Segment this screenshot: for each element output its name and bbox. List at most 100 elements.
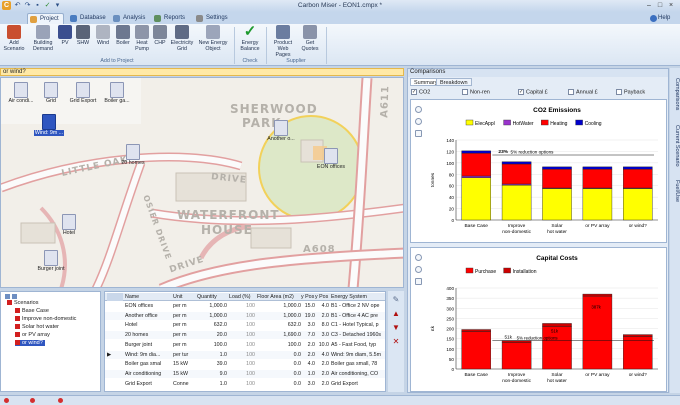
cell-energy-system[interactable]: A5 - Fast Food, typ [331,341,385,349]
check-non-ren[interactable]: Non-ren [462,89,490,95]
cell-energy-system[interactable]: B1 - Office 2 NV ope [331,302,385,310]
map-node-hotel[interactable]: Hotel [53,214,85,236]
cell-load[interactable]: 100 [229,380,255,388]
cell-energy-system[interactable]: C3 - Detached 1960s [331,331,385,339]
cell-energy-system[interactable]: Air conditioning, CO [331,370,385,378]
table-row[interactable]: Burger joint per m 100.0 100 100.0 2.0 10.0 A5 … [105,341,385,349]
cell-quantity[interactable]: 1,000.0 [197,302,227,310]
cell-floor-area[interactable]: 1,000.0 [257,312,301,320]
cell-name[interactable]: Wind: 9m dia... [125,351,173,359]
cell-unit[interactable]: per tur [173,351,195,359]
cell-load[interactable]: 100 [229,360,255,368]
map-node-boiler[interactable]: Boiler ga... [101,82,133,104]
cell-floor-area[interactable]: 0.0 [257,370,301,378]
tree-tool-icon[interactable] [5,294,10,300]
energy-objects-grid[interactable]: Name Unit Quantity Load (%) Floor Area (… [104,291,386,392]
new-energy-object-button[interactable]: New Energy Object [198,25,228,57]
cell-floor-area[interactable]: 1,000.0 [257,302,301,310]
zoom-in-icon[interactable] [415,106,422,113]
map-node-eon-offices[interactable]: EON offices [315,148,347,170]
cell-x-pos[interactable]: 7.0 [301,331,315,339]
zoom-reset-icon[interactable] [415,278,422,285]
cell-unit[interactable]: per m [173,302,195,310]
table-row[interactable]: Hotel per m 632.0 100 632.0 3.0 8.0 C1 - Hotel … [105,321,385,329]
cell-load[interactable]: 100 [229,370,255,378]
cell-quantity[interactable]: 39.0 [197,360,227,368]
product-web-pages-button[interactable]: Product Web Pages [270,25,296,58]
get-quotes-button[interactable]: Get Quotes [300,25,320,57]
table-row[interactable]: Boiler gas smal 15 kW 39.0 100 0.0 4.0 2.0 Boil… [105,360,385,368]
zoom-out-icon[interactable] [415,118,422,125]
table-row[interactable]: 20 homes per m 20.0 100 1,690.0 7.0 3.0 C3 - De… [105,331,385,340]
map-node-grid[interactable]: Grid [35,82,67,104]
cell-quantity[interactable]: 1.0 [197,380,227,388]
tab-database[interactable]: Database [68,13,110,24]
column-header-load[interactable]: Load (%) [229,293,255,301]
cell-load[interactable]: 100 [229,351,255,359]
delete-icon[interactable]: ✕ [391,337,401,347]
tree-tool-icon[interactable] [12,294,17,300]
tree-item[interactable]: Improve non-domestic [15,316,76,322]
cell-load[interactable]: 100 [229,312,255,320]
cell-unit[interactable]: per m [173,331,195,339]
cell-x-pos[interactable]: 1.0 [301,370,315,378]
cell-quantity[interactable]: 1.0 [197,351,227,359]
tab-settings[interactable]: Settings [194,13,232,24]
cell-x-pos[interactable]: 19.0 [301,312,315,320]
cell-quantity[interactable]: 1,000.0 [197,312,227,320]
cell-unit[interactable]: Conne [173,380,195,388]
cell-floor-area[interactable]: 0.0 [257,351,301,359]
move-up-icon[interactable]: ▲ [391,309,401,319]
cell-load[interactable]: 100 [229,302,255,310]
cell-quantity[interactable]: 100.0 [197,341,227,349]
cell-name[interactable]: Hotel [125,321,173,329]
cell-y-pos[interactable]: 2.0 [315,370,329,378]
map-node-air-conditioning[interactable]: Air condi... [5,82,37,104]
cell-name[interactable]: Boiler gas smal [125,360,173,368]
zoom-in-icon[interactable] [415,254,422,261]
tab-reports[interactable]: Reports [152,13,189,24]
tab-breakdown[interactable]: Breakdown [436,78,472,86]
cell-unit[interactable]: 15 kW [173,360,195,368]
cell-energy-system[interactable]: Boiler gas small, 78 [331,360,385,368]
cell-quantity[interactable]: 632.0 [197,321,227,329]
cell-unit[interactable]: 15 kW [173,370,195,378]
chp-button[interactable]: CHP [152,25,168,57]
cell-name[interactable]: EON offices [125,302,173,310]
cell-y-pos[interactable]: 2.0 [315,360,329,368]
column-header-y-pos[interactable]: y Pos [315,293,329,301]
cell-x-pos[interactable]: 3.0 [301,380,315,388]
table-row[interactable]: Air conditioning 15 kW 9.0 100 0.0 1.0 2.0 Air … [105,369,385,378]
map-node-wind[interactable]: Wind: 9m ... [33,114,65,136]
tree-root[interactable]: Scenarios [7,300,38,306]
map-node-grid-export[interactable]: Grid Export [67,82,99,104]
maximize-button[interactable]: □ [655,1,665,10]
cell-floor-area[interactable]: 1,690.0 [257,331,301,339]
site-map[interactable]: SHERWOOD PARK LITTLE OAK DRIVE WATERFRON… [0,77,404,288]
cell-load[interactable]: 100 [229,321,255,329]
scenario-name-bar[interactable]: or wind? [0,68,404,76]
column-header-floor-area[interactable]: Floor Area (m2) [257,293,301,301]
electricity-grid-button[interactable]: Electricity Grid [170,25,194,57]
cell-x-pos[interactable]: 4.0 [301,360,315,368]
cell-energy-system[interactable]: B1 - Office 4 AC pre [331,312,385,320]
wind-button[interactable]: Wind [94,25,112,57]
side-tab-comparisons[interactable]: Comparisons [670,72,680,116]
cell-unit[interactable]: per m [173,321,195,329]
cell-x-pos[interactable]: 2.0 [301,341,315,349]
side-tab-fuel-use[interactable]: Fuel/Use [670,176,680,206]
table-row[interactable]: Grid Export Conne 1.0 100 0.0 3.0 2.0 Grid Expo… [105,380,385,388]
close-button[interactable]: × [666,1,676,10]
column-header-unit[interactable]: Unit [173,293,195,301]
cell-load[interactable]: 100 [229,331,255,339]
cell-y-pos[interactable]: 4.0 [315,351,329,359]
cell-y-pos[interactable]: 3.0 [315,331,329,339]
cell-energy-system[interactable]: C1 - Hotel Typical, p [331,321,385,329]
cell-quantity[interactable]: 9.0 [197,370,227,378]
check-capital[interactable]: ✓ Capital £ [518,89,548,95]
minimize-button[interactable]: – [644,1,654,10]
energy-balance-button[interactable]: ✓ Energy Balance [238,24,262,57]
column-header-energy-system[interactable]: Energy System [331,293,385,301]
shw-button[interactable]: SHW [74,25,92,57]
column-header-quantity[interactable]: Quantity [197,293,227,301]
